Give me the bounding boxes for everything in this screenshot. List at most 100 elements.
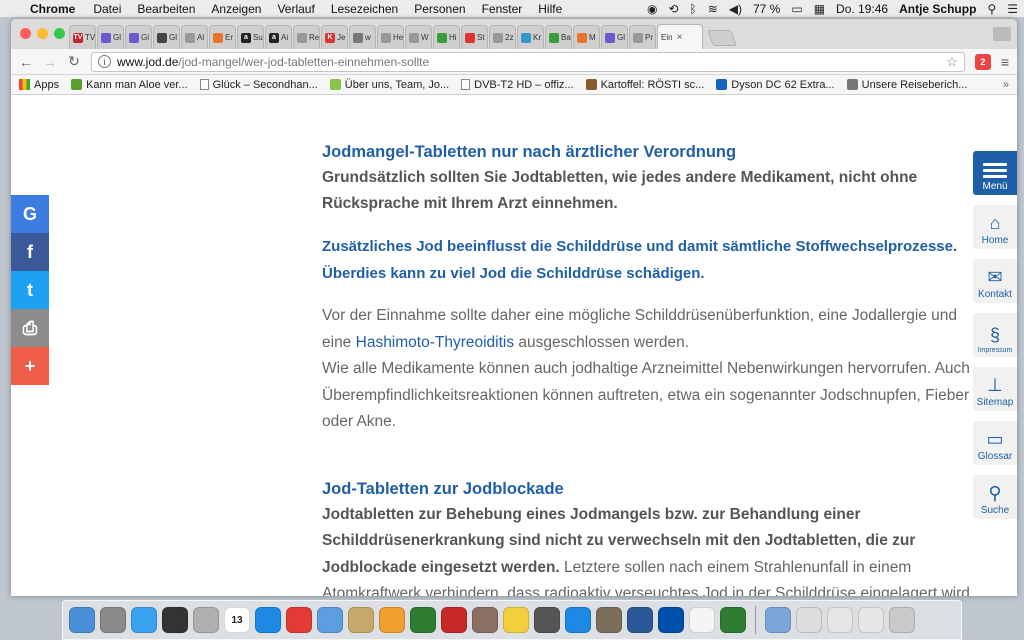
dock-preview-icon[interactable] bbox=[472, 607, 498, 633]
menubar-item[interactable]: Personen bbox=[414, 2, 465, 16]
bluetooth-icon[interactable]: ᛒ bbox=[690, 2, 697, 16]
tab[interactable]: Al bbox=[181, 25, 208, 49]
dock-calculator-icon[interactable] bbox=[193, 607, 219, 633]
tab[interactable]: Ba bbox=[545, 25, 572, 49]
new-tab-button[interactable] bbox=[707, 30, 737, 46]
tab[interactable]: Pr bbox=[629, 25, 656, 49]
nav-suche-button[interactable]: ⚲ Suche bbox=[973, 475, 1017, 519]
tab[interactable]: Kr bbox=[517, 25, 544, 49]
dock-excel-icon[interactable] bbox=[720, 607, 746, 633]
tab[interactable]: Gl bbox=[601, 25, 628, 49]
share-facebook-button[interactable]: f bbox=[11, 233, 49, 271]
bookmark-item[interactable]: Unsere Reiseberich... bbox=[846, 79, 967, 91]
share-twitter-button[interactable]: t bbox=[11, 271, 49, 309]
tab[interactable]: M bbox=[573, 25, 600, 49]
link-hashimoto[interactable]: Hashimoto-Thyreoiditis bbox=[356, 334, 515, 351]
back-arrow-icon[interactable]: ← bbox=[19, 54, 33, 70]
bookmark-star-icon[interactable]: ☆ bbox=[946, 54, 958, 70]
menubar-item[interactable]: Hilfe bbox=[538, 2, 562, 16]
address-bar[interactable]: i www.jod.de/jod-mangel/wer-jod-tablette… bbox=[91, 51, 965, 72]
dock-quicktime-icon[interactable] bbox=[534, 607, 560, 633]
nav-menu-button[interactable]: Menü bbox=[973, 151, 1017, 195]
dock-chrome-icon[interactable] bbox=[286, 607, 312, 633]
bookmark-item[interactable]: Kann man Aloe ver... bbox=[71, 79, 188, 91]
flag-icon[interactable]: ▦ bbox=[814, 2, 825, 16]
nav-kontakt-button[interactable]: ✉ Kontakt bbox=[973, 259, 1017, 303]
volume-icon[interactable]: ◀) bbox=[729, 2, 742, 16]
tab[interactable]: K Je bbox=[321, 25, 348, 49]
menubar-item[interactable]: Verlauf bbox=[277, 2, 314, 16]
bookmark-item[interactable]: Über uns, Team, Jo... bbox=[329, 79, 449, 91]
tab[interactable]: 2z bbox=[489, 25, 516, 49]
tab[interactable]: a Su bbox=[237, 25, 264, 49]
nav-home-button[interactable]: ⌂ Home bbox=[973, 205, 1017, 249]
notification-center-icon[interactable]: ☰ bbox=[1007, 2, 1018, 16]
dock-docs-icon[interactable] bbox=[827, 607, 853, 633]
dock-launchpad-icon[interactable] bbox=[100, 607, 126, 633]
tab[interactable]: Er bbox=[209, 25, 236, 49]
share-print-button[interactable]: ⎙ bbox=[11, 309, 49, 347]
dock-downloads-icon[interactable] bbox=[796, 607, 822, 633]
dock-notes-icon[interactable] bbox=[503, 607, 529, 633]
tab[interactable]: a Ai bbox=[265, 25, 292, 49]
menubar-item[interactable]: Fenster bbox=[482, 2, 523, 16]
dock-safari-icon[interactable] bbox=[255, 607, 281, 633]
bookmark-item[interactable]: Glück – Secondhan... bbox=[199, 79, 318, 91]
reload-icon[interactable]: ↻ bbox=[67, 53, 81, 70]
dock-trash-icon[interactable] bbox=[889, 607, 915, 633]
dock-lidl-icon[interactable] bbox=[658, 607, 684, 633]
bookmark-item[interactable]: Dyson DC 62 Extra... bbox=[716, 79, 835, 91]
user-name[interactable]: Antje Schupp bbox=[899, 2, 976, 16]
info-icon[interactable]: i bbox=[98, 55, 111, 68]
time-machine-icon[interactable]: ⟲ bbox=[668, 2, 678, 16]
dock-iphoto-icon[interactable] bbox=[410, 607, 436, 633]
menubar-item[interactable]: Bearbeiten bbox=[137, 2, 195, 16]
menubar-item[interactable]: Anzeigen bbox=[211, 2, 261, 16]
dock-contacts-icon[interactable] bbox=[348, 607, 374, 633]
tab[interactable]: Gl bbox=[153, 25, 180, 49]
spotlight-icon[interactable]: ⚲ bbox=[987, 2, 996, 16]
chrome-menu-icon[interactable]: ≡ bbox=[1001, 54, 1009, 70]
dock-finder-icon[interactable] bbox=[69, 607, 95, 633]
minimize-window-button[interactable] bbox=[37, 28, 48, 39]
dock-word-icon[interactable] bbox=[627, 607, 653, 633]
share-google-button[interactable]: G bbox=[11, 195, 49, 233]
battery-percent[interactable]: 77 % bbox=[753, 2, 780, 16]
tab[interactable]: Gl bbox=[125, 25, 152, 49]
close-tab-icon[interactable]: × bbox=[677, 32, 683, 43]
tab[interactable]: TV TV bbox=[69, 25, 96, 49]
dock-calendar-icon[interactable]: 13 bbox=[224, 607, 250, 633]
close-window-button[interactable] bbox=[20, 28, 31, 39]
bookmark-item[interactable]: DVB-T2 HD – offiz... bbox=[461, 79, 574, 91]
dock-gimp-icon[interactable] bbox=[596, 607, 622, 633]
nav-glossar-button[interactable]: ▭ Glossar bbox=[973, 421, 1017, 465]
profile-icon[interactable] bbox=[993, 27, 1011, 41]
bookmark-item[interactable]: Apps bbox=[19, 79, 59, 91]
dock-photos-icon[interactable] bbox=[379, 607, 405, 633]
dock-dashboard-icon[interactable] bbox=[162, 607, 188, 633]
wifi-icon[interactable]: ≋ bbox=[708, 2, 718, 16]
tab[interactable]: Hi bbox=[433, 25, 460, 49]
dock-photo-booth-icon[interactable] bbox=[441, 607, 467, 633]
forward-arrow-icon[interactable]: → bbox=[43, 54, 57, 70]
tab[interactable]: W bbox=[405, 25, 432, 49]
share-more-button[interactable]: + bbox=[11, 347, 49, 385]
dock-stack-icon[interactable] bbox=[858, 607, 884, 633]
dock-mail-icon[interactable] bbox=[317, 607, 343, 633]
dock-cards-icon[interactable] bbox=[689, 607, 715, 633]
extension-badge[interactable]: 2 bbox=[974, 53, 991, 70]
nav-sitemap-button[interactable]: ⊥ Sitemap bbox=[973, 367, 1017, 411]
tab[interactable]: He bbox=[377, 25, 404, 49]
tab-active[interactable]: Ein × bbox=[657, 24, 703, 49]
battery-icon[interactable]: ▭ bbox=[791, 2, 802, 16]
clock[interactable]: Do. 19:46 bbox=[836, 2, 888, 16]
tab[interactable]: St bbox=[461, 25, 488, 49]
tab[interactable]: Re bbox=[293, 25, 320, 49]
creative-cloud-icon[interactable]: ◉ bbox=[647, 2, 657, 16]
menubar-item[interactable]: Lesezeichen bbox=[331, 2, 398, 16]
dock-messages-icon[interactable] bbox=[131, 607, 157, 633]
dock-app-store-icon[interactable] bbox=[565, 607, 591, 633]
menubar-item[interactable]: Datei bbox=[93, 2, 121, 16]
nav-impressum-button[interactable]: § Impressum bbox=[973, 313, 1017, 357]
tab[interactable]: w bbox=[349, 25, 376, 49]
